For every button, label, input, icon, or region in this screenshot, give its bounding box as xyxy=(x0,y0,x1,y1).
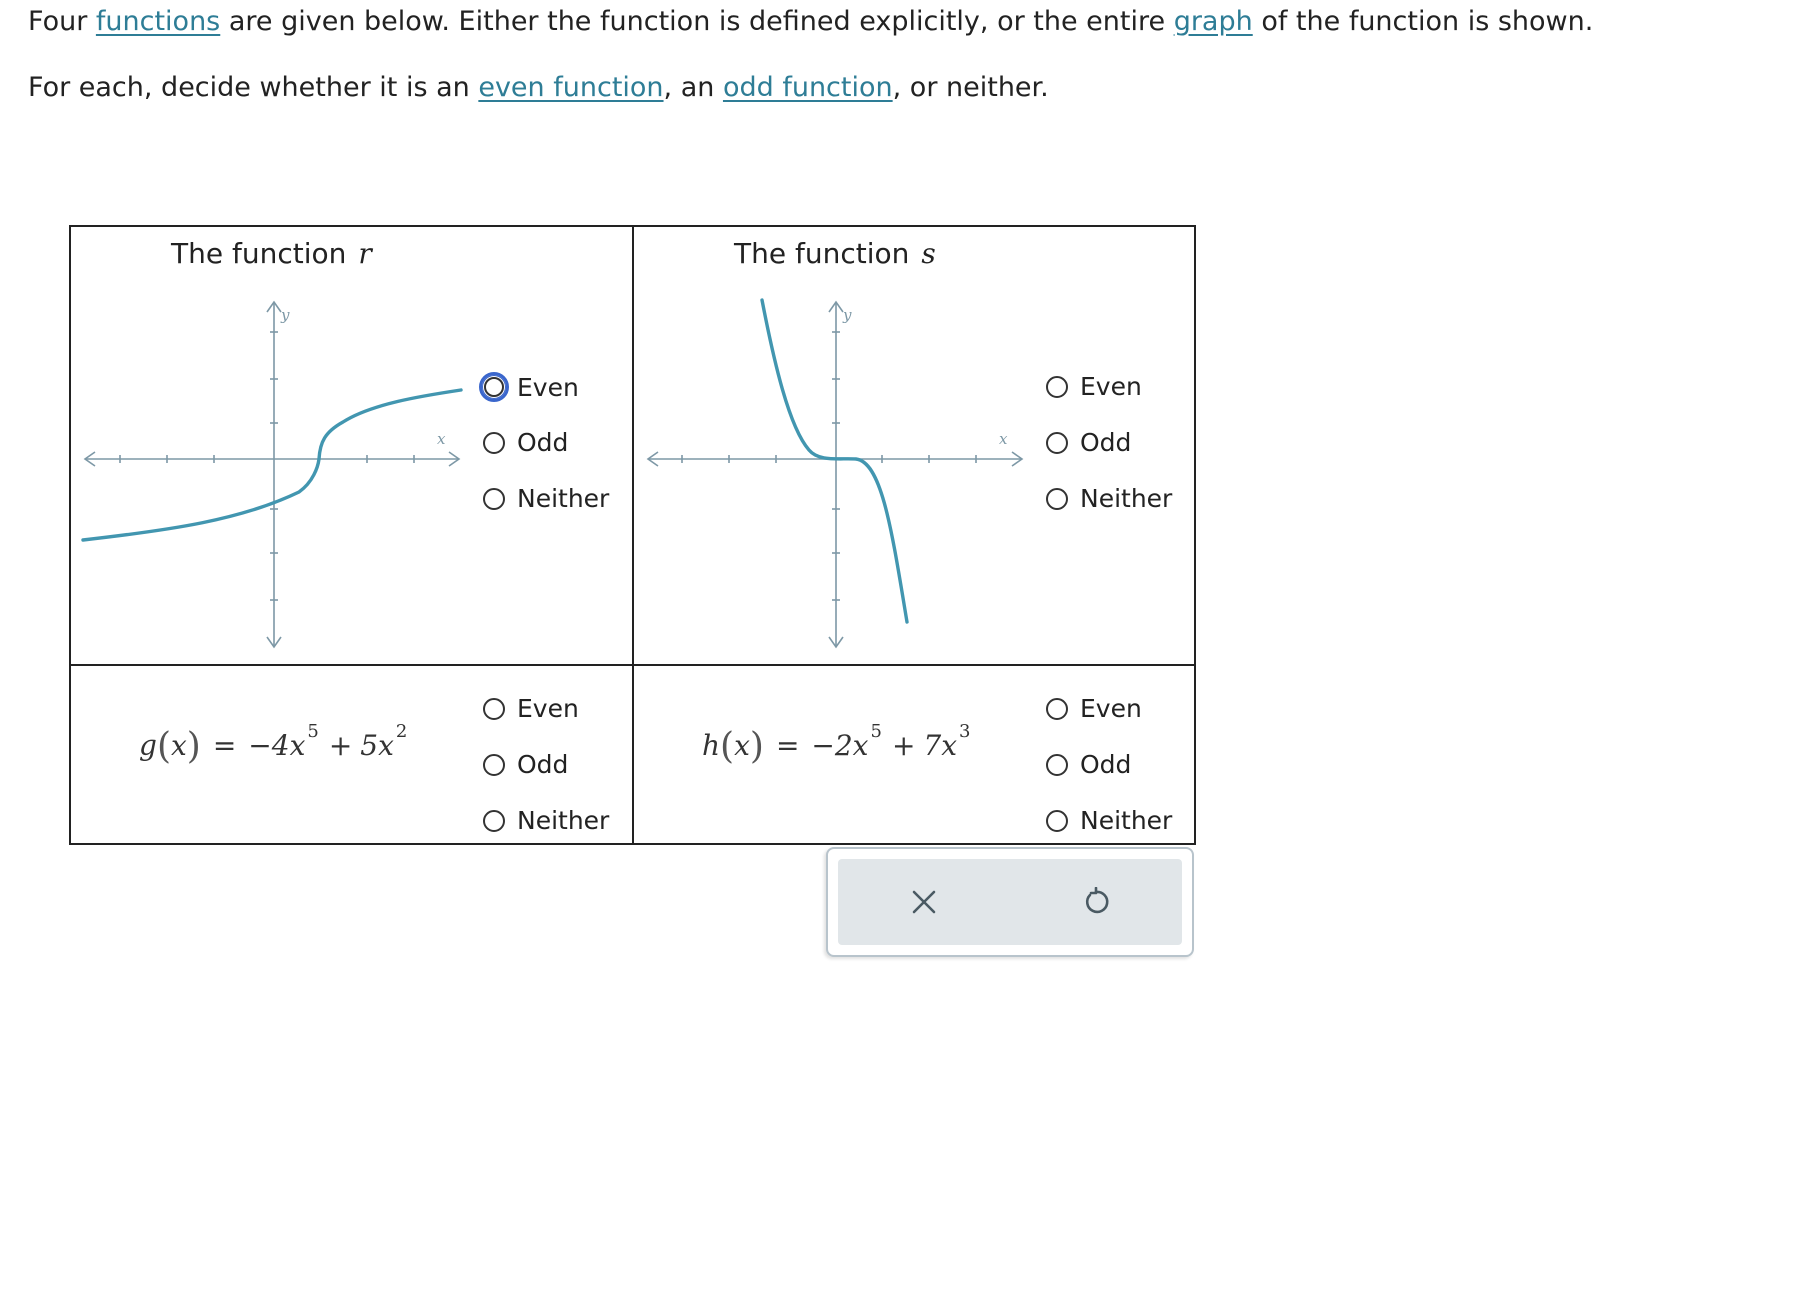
option-neither[interactable]: Neither xyxy=(483,806,609,835)
term-coefficient: 5x xyxy=(360,729,394,762)
y-axis-label: y xyxy=(280,306,290,324)
radio-button[interactable] xyxy=(483,487,505,510)
radio-button[interactable] xyxy=(483,753,505,776)
radio-button[interactable] xyxy=(479,372,509,402)
plus-sign: + xyxy=(328,729,353,762)
option-label: Odd xyxy=(1080,428,1132,457)
radio-button[interactable] xyxy=(1046,431,1068,454)
option-odd[interactable]: Odd xyxy=(483,428,568,457)
option-odd[interactable]: Odd xyxy=(483,750,568,779)
function-g-formula: g(x) = −4x 5 +5x 2 xyxy=(139,721,407,767)
graph-link[interactable]: graph xyxy=(1174,6,1253,37)
option-odd[interactable]: Odd xyxy=(1046,750,1131,779)
option-label: Neither xyxy=(1080,484,1173,513)
undo-button[interactable] xyxy=(1010,859,1182,945)
term-exponent: 5 xyxy=(307,720,319,742)
option-label: Odd xyxy=(517,750,569,779)
functions-link[interactable]: functions xyxy=(96,6,220,37)
function-var-name: s xyxy=(921,237,936,270)
option-label: Even xyxy=(517,694,579,723)
radio-button[interactable] xyxy=(1046,809,1068,832)
intro-text: of the function is shown. xyxy=(1252,6,1594,37)
option-even[interactable]: Even xyxy=(483,694,579,723)
x-axis-label: x xyxy=(999,430,1008,448)
clear-button[interactable] xyxy=(838,859,1010,945)
term-exponent: 5 xyxy=(870,720,882,742)
radio-button[interactable] xyxy=(483,697,505,720)
option-label: Even xyxy=(1080,694,1142,723)
intro-text: , an xyxy=(663,72,723,103)
function-s-title: The function s xyxy=(734,237,936,270)
function-title-text: The function xyxy=(734,237,910,270)
paren-open: ( xyxy=(156,726,171,767)
radio-button[interactable] xyxy=(483,431,505,454)
option-odd[interactable]: Odd xyxy=(1046,428,1131,457)
instructions-line-2: For each, decide whether it is an even f… xyxy=(28,70,1049,106)
close-icon xyxy=(912,890,936,914)
function-r-cell: The function r x y Even Odd Neither xyxy=(71,227,632,664)
term-exponent: 2 xyxy=(395,720,408,742)
function-arg: x xyxy=(734,729,750,762)
option-label: Even xyxy=(1080,372,1142,401)
function-var-name: r xyxy=(358,237,372,270)
even-function-link[interactable]: even function xyxy=(478,72,663,103)
radio-button[interactable] xyxy=(483,809,505,832)
y-axis-label: y xyxy=(842,306,852,324)
radio-button[interactable] xyxy=(1046,375,1068,398)
option-label: Neither xyxy=(517,806,610,835)
instructions-line-1: Four functions are given below. Either t… xyxy=(28,4,1593,40)
equals-sign: = xyxy=(775,729,800,762)
toolbar-inner xyxy=(838,859,1182,945)
radio-button[interactable] xyxy=(1046,697,1068,720)
term-exponent: 3 xyxy=(959,720,971,742)
function-name: g xyxy=(139,729,157,762)
intro-text: For each, decide whether it is an xyxy=(28,72,479,103)
option-neither[interactable]: Neither xyxy=(1046,484,1172,513)
function-s-cell: The function s x y Even Odd Neither xyxy=(634,227,1194,664)
function-h-formula: h(x) = −2x 5 +7x 3 xyxy=(702,721,970,767)
function-r-graph: x y xyxy=(81,300,463,649)
function-r-curve xyxy=(81,388,463,542)
function-arg: x xyxy=(170,729,187,762)
option-neither[interactable]: Neither xyxy=(483,484,609,513)
term-coefficient: −4x xyxy=(248,729,306,762)
option-label: Odd xyxy=(517,428,569,457)
paren-close: ) xyxy=(186,726,201,767)
paren-close: ) xyxy=(749,726,764,767)
equals-sign: = xyxy=(212,729,237,762)
functions-grid: The function r x y Even Odd Neither The … xyxy=(69,225,1196,845)
function-s-graph: x y xyxy=(646,298,1024,649)
option-label: Neither xyxy=(1080,806,1173,835)
paren-open: ( xyxy=(720,726,735,767)
function-g-cell: g(x) = −4x 5 +5x 2 Even Odd Neither xyxy=(71,666,632,843)
intro-text: Four xyxy=(28,6,96,37)
undo-icon xyxy=(1085,887,1109,914)
function-r-title: The function r xyxy=(171,237,372,270)
option-label: Odd xyxy=(1080,750,1132,779)
function-h-cell: h(x) = −2x 5 +7x 3 Even Odd Neither xyxy=(634,666,1194,843)
function-s-curve xyxy=(760,298,909,624)
odd-function-link[interactable]: odd function xyxy=(723,72,893,103)
term-coefficient: 7x xyxy=(923,729,958,762)
plus-sign: + xyxy=(891,729,916,762)
option-label: Neither xyxy=(517,484,610,513)
function-name: h xyxy=(702,729,721,762)
intro-text: are given below. Either the function is … xyxy=(220,6,1174,37)
intro-text: , or neither. xyxy=(892,72,1049,103)
x-axis-label: x xyxy=(437,430,446,448)
option-neither[interactable]: Neither xyxy=(1046,806,1172,835)
option-even[interactable]: Even xyxy=(1046,372,1142,401)
option-even[interactable]: Even xyxy=(1046,694,1142,723)
option-even[interactable]: Even xyxy=(479,372,579,402)
answer-toolbar xyxy=(826,847,1194,957)
term-coefficient: −2x xyxy=(811,729,869,762)
function-title-text: The function xyxy=(171,237,347,270)
radio-button[interactable] xyxy=(1046,487,1068,510)
option-label: Even xyxy=(517,372,579,402)
radio-button[interactable] xyxy=(1046,753,1068,776)
